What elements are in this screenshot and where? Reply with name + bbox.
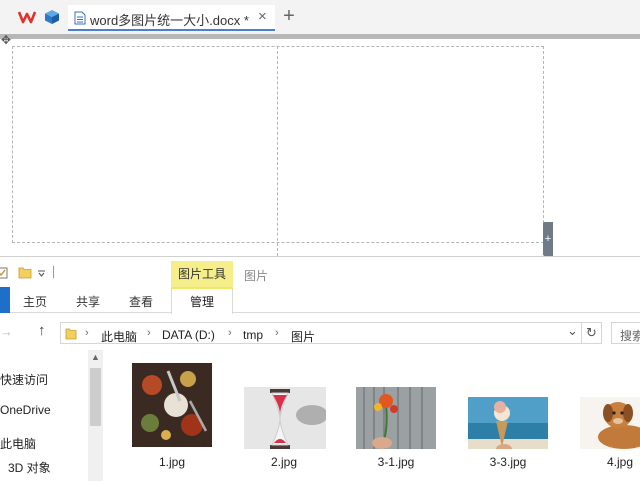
nav-item-onedrive[interactable]: OneDrive [0,403,51,417]
nav-scrollbar[interactable]: ▲ [88,350,103,481]
close-tab-icon[interactable]: × [258,8,267,25]
dog-photo-icon [580,397,640,449]
breadcrumb-separator[interactable]: › [228,327,232,339]
icecream-photo-icon [468,397,548,449]
breadcrumb-this-pc[interactable]: 此电脑 [101,328,137,345]
document-tab[interactable]: word多图片统一大小.docx * × [68,5,275,31]
file-name: 2.jpg [270,455,298,469]
file-explorer-window: 图片工具 图片 主页 共享 查看 管理 → ↑ › 此电脑 › DATA (D:… [0,256,640,481]
scroll-up-icon[interactable]: ▲ [91,352,100,362]
address-bar-row: → ↑ › 此电脑 › DATA (D:) › tmp › 图片 ⌄ ↻ 搜索 [0,320,640,346]
file-item[interactable]: 3-1.jpg [348,355,444,475]
nav-item-quick-access[interactable]: 快速访问 [0,371,48,388]
address-bar[interactable]: › 此电脑 › DATA (D:) › tmp › 图片 ⌄ [60,322,582,344]
file-item[interactable]: 1.jpg [124,355,220,475]
properties-icon[interactable] [0,267,8,279]
search-input[interactable]: 搜索 [611,322,640,344]
toolbar-divider [53,266,54,278]
customize-toolbar-chevron-icon[interactable] [37,270,46,277]
file-name: 1.jpg [158,455,186,469]
ribbon-tabs: 主页 共享 查看 管理 [0,287,640,314]
file-name: 3-3.jpg [489,455,527,469]
breadcrumb-separator[interactable]: › [85,327,89,339]
tab-view[interactable]: 查看 [129,293,153,310]
window-title: 图片 [244,269,269,283]
new-folder-icon[interactable] [18,266,32,279]
breadcrumb-pictures[interactable]: 图片 [291,328,315,345]
folder-icon [65,328,77,340]
document-tab-title: word多图片统一大小.docx * [90,13,249,28]
new-tab-button[interactable]: + [280,5,298,27]
file-name: 4.jpg [606,455,634,469]
quick-access-toolbar: 图片工具 图片 [0,257,640,289]
table-column-divider [277,46,278,256]
breadcrumb-separator[interactable]: › [275,327,279,339]
wps-tab-bar: word多图片统一大小.docx * × + [0,0,640,34]
nav-item-this-pc[interactable]: 此电脑 [0,435,36,452]
tab-manage-label: 管理 [189,295,214,309]
refresh-button[interactable]: ↻ [582,322,602,344]
breadcrumb-separator[interactable]: › [147,327,151,339]
hourglass-photo-icon [244,387,326,449]
scrollbar-thumb[interactable] [90,368,101,426]
file-item[interactable]: 2.jpg [236,355,332,475]
nav-item-3d-objects[interactable]: 3D 对象 [8,459,51,476]
up-arrow-icon[interactable]: ↑ [38,322,46,339]
flower-photo-icon [356,387,436,449]
file-tab-button[interactable] [0,287,10,313]
table-move-handle-icon[interactable]: ✥ [1,33,17,47]
table-outline[interactable] [12,46,544,243]
cube-icon[interactable] [44,9,60,25]
navigation-pane: 快速访问 OneDrive 此电脑 3D 对象 ▲ [0,350,104,481]
tab-share[interactable]: 共享 [76,293,100,310]
spices-photo-icon [132,363,212,447]
picture-tools-context-tab: 图片工具 [171,261,233,287]
file-item[interactable]: 3-3.jpg [460,355,556,475]
breadcrumb-data-drive[interactable]: DATA (D:) [162,328,215,342]
document-icon [74,11,86,25]
address-dropdown-icon[interactable]: ⌄ [567,323,578,339]
file-item[interactable]: 4.jpg [572,355,640,475]
tab-home[interactable]: 主页 [23,293,47,310]
manage-tab-accent [171,287,233,289]
forward-arrow-icon[interactable]: → [0,324,13,339]
breadcrumb-tmp[interactable]: tmp [243,328,263,342]
file-name: 3-1.jpg [377,455,415,469]
add-column-button[interactable]: + [543,222,553,256]
wps-logo-icon[interactable] [18,10,36,24]
tab-manage[interactable]: 管理 [171,287,233,314]
search-placeholder: 搜索 [620,329,640,343]
